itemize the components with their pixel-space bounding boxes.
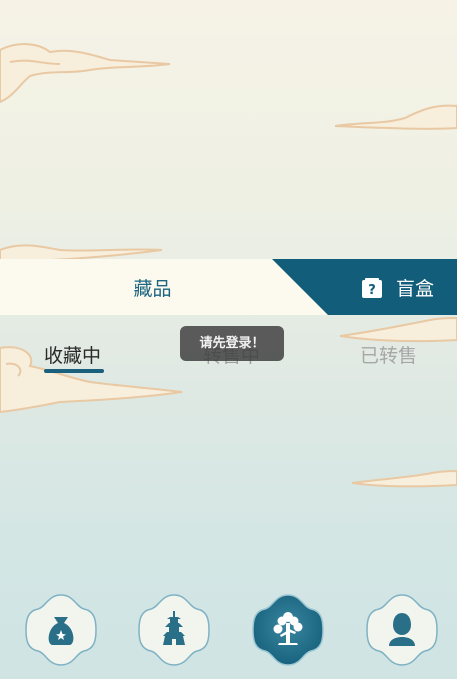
cloud-decoration-top-left xyxy=(0,43,171,104)
cloud-decoration-mid-right xyxy=(339,317,457,343)
blind-box-icon: ? xyxy=(362,278,382,298)
tab-collection-label[interactable]: 藏品 xyxy=(0,259,305,315)
cloud-decoration-lower-right xyxy=(352,470,457,488)
tab-blind-box-label[interactable]: 盲盒 xyxy=(396,274,434,301)
subtab-sold[interactable]: 已转售 xyxy=(360,343,417,369)
svg-text:?: ? xyxy=(368,283,376,298)
login-toast: 请先登录！ xyxy=(180,326,284,361)
nav-market[interactable] xyxy=(137,593,211,667)
subtab-collecting[interactable]: 收藏中 xyxy=(44,343,101,369)
nav-wallet[interactable] xyxy=(24,593,98,667)
nav-collection[interactable] xyxy=(251,593,325,667)
subtab-active-indicator xyxy=(44,369,104,373)
nav-profile[interactable] xyxy=(365,593,439,667)
cloud-decoration-right xyxy=(335,104,457,130)
top-tab-bar: 藏品 xyxy=(0,259,457,315)
